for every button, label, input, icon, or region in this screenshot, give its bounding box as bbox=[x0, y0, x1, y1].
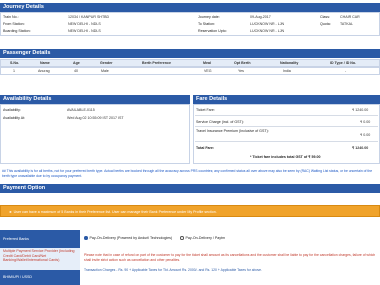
class-label: Class: bbox=[320, 15, 330, 19]
col-sno: S.No. bbox=[10, 61, 20, 65]
col-name: Name bbox=[40, 61, 50, 65]
transaction-charges: Transaction Charges - Rs. 90 + Applicabl… bbox=[84, 268, 262, 272]
passenger-nationality: India bbox=[283, 69, 291, 73]
availability-details-box bbox=[0, 104, 190, 164]
fare-details-header: Fare Details bbox=[193, 95, 380, 104]
col-nationality: Nationality bbox=[280, 61, 299, 65]
warning-icon: ► bbox=[9, 210, 13, 214]
payment-warning: Please note that in case of refund on pa… bbox=[84, 253, 376, 262]
journey-details-header: Journey Details bbox=[0, 3, 380, 12]
payment-tab-upi[interactable]: BHIM/UPI / USSD bbox=[0, 270, 80, 285]
total-fare-label: Total Fare: bbox=[196, 146, 215, 150]
payment-option-2-label: Pay-On-Delivery / Paytm bbox=[185, 236, 226, 240]
passenger-sno: 1 bbox=[13, 69, 15, 73]
journey-date-value: 09-Aug-2017 bbox=[250, 15, 271, 19]
fare-divider-2 bbox=[195, 126, 378, 127]
availability-notice: ## This availability is for all berths, … bbox=[2, 169, 373, 178]
quota-value: TATKAL bbox=[340, 22, 354, 26]
passenger-meal: VEG bbox=[204, 69, 212, 73]
to-station-value: LUCKNOW NR - LJN bbox=[250, 22, 285, 26]
class-value: CHAIR CAR bbox=[340, 15, 360, 19]
passenger-table-header bbox=[0, 59, 380, 67]
col-id-type: ID Type / ID No. bbox=[330, 61, 357, 65]
bank-preference-banner: ► User can have a maximum of 5 Banks in … bbox=[0, 205, 380, 217]
passenger-details-header: Passenger Details bbox=[0, 49, 380, 58]
passenger-gender: Male bbox=[101, 69, 109, 73]
bank-preference-text: User can have a maximum of 5 Banks in th… bbox=[13, 210, 217, 214]
gst-note: * Ticket fare includes total GST of ₹ 59… bbox=[250, 155, 321, 159]
to-station-label: To Station: bbox=[198, 22, 215, 26]
payment-option-2[interactable]: Pay-On-Delivery / Paytm bbox=[180, 236, 225, 240]
passenger-age: 40 bbox=[74, 69, 78, 73]
availability-at-value: Wed Aug 02 10:55:09 IST 2017 IST bbox=[67, 116, 124, 120]
col-berth-preference: Berth Preference bbox=[142, 61, 171, 65]
journey-date-label: Journey date: bbox=[198, 15, 220, 19]
boarding-station-label: Boarding Station: bbox=[3, 29, 31, 33]
col-gender: Gender bbox=[100, 61, 113, 65]
insurance-value: ₹ 0.00 bbox=[360, 133, 371, 137]
availability-details-header: Availability Details bbox=[0, 95, 190, 104]
service-charge-label: Service Charge (incl. of GST): bbox=[196, 120, 244, 124]
ticket-fare-value: ₹ 1240.00 bbox=[352, 108, 369, 112]
radio-unselected-icon[interactable] bbox=[180, 236, 184, 240]
availability-at-label: Availability At: bbox=[3, 116, 26, 120]
reservation-upto-label: Reservation Upto: bbox=[198, 29, 227, 33]
payment-option-header: Payment Option bbox=[0, 184, 380, 193]
ticket-fare-label: Ticket Fare: bbox=[196, 108, 215, 112]
payment-option-1-label: Pay-On-Delivery (Powered by Anduril Tech… bbox=[89, 236, 173, 240]
total-fare-value: ₹ 1240.00 bbox=[352, 146, 369, 150]
fare-divider-1 bbox=[195, 115, 378, 116]
train-no-label: Train No.: bbox=[3, 15, 19, 19]
passenger-name: Anurag bbox=[38, 69, 50, 73]
col-age: Age bbox=[73, 61, 80, 65]
boarding-station-value: NEW DELHI - NDLS bbox=[68, 29, 101, 33]
fare-divider-3 bbox=[195, 141, 378, 142]
from-station-label: From Station: bbox=[3, 22, 25, 26]
from-station-value: NEW DELHI - NDLS bbox=[68, 22, 101, 26]
train-no-value: 12034 / KANPUR SHTBD bbox=[68, 15, 110, 19]
payment-tab-multiple-provider[interactable]: Multiple Payment Service Provider (Inclu… bbox=[0, 248, 80, 270]
passenger-opt-berth: Yes bbox=[238, 69, 244, 73]
availability-value: AVAILABLE-0115 bbox=[67, 108, 95, 112]
reservation-upto-value: LUCKNOW NR - LJN bbox=[250, 29, 285, 33]
passenger-id-type: - bbox=[345, 69, 347, 73]
passenger-table-row bbox=[0, 67, 380, 75]
col-opt-berth: Opt Berth bbox=[234, 61, 251, 65]
col-meal: Meal bbox=[203, 61, 211, 65]
service-charge-value: ₹ 0.00 bbox=[360, 120, 371, 124]
payment-tab-preferred-banks[interactable]: Preferred Banks bbox=[0, 230, 80, 248]
insurance-label: Travel Insurance Premium (Inclusive of G… bbox=[196, 129, 269, 133]
radio-selected-icon[interactable] bbox=[84, 236, 88, 240]
availability-label: Availability: bbox=[3, 108, 21, 112]
quota-label: Quota: bbox=[320, 22, 331, 26]
payment-option-1[interactable]: Pay-On-Delivery (Powered by Anduril Tech… bbox=[84, 236, 172, 240]
